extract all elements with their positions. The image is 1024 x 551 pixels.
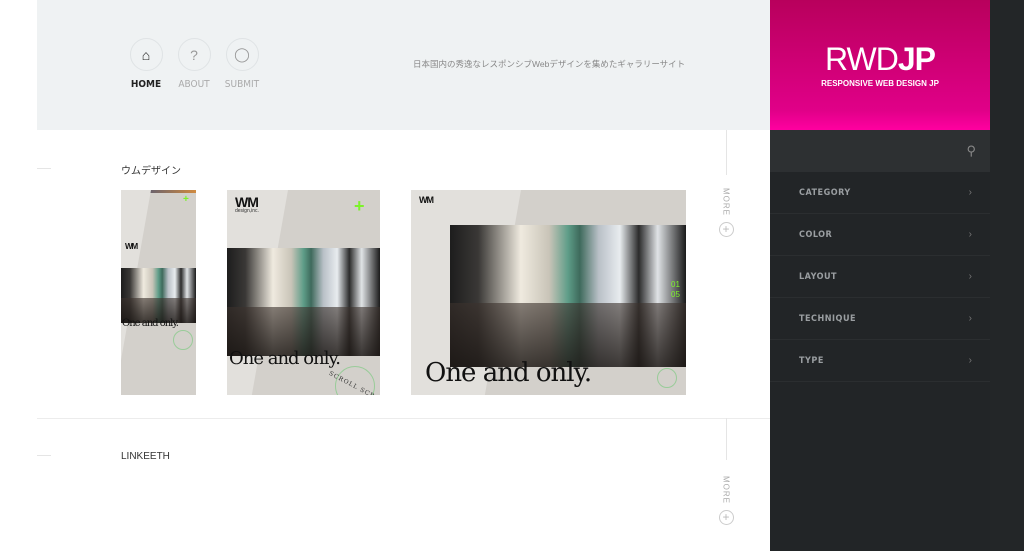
item-label: LAYOUT	[799, 271, 838, 282]
nav-submit[interactable]: ◯ SUBMIT	[217, 38, 267, 90]
more-button[interactable]: MORE +	[717, 476, 735, 525]
sidebar-item-technique[interactable]: TECHNIQUE ›	[770, 298, 990, 340]
plus-icon: +	[718, 510, 734, 525]
item-label: TECHNIQUE	[799, 313, 857, 324]
section-divider	[37, 418, 770, 419]
speech-bubble-icon: ◯	[225, 38, 259, 71]
brand-logo[interactable]: RWDJP RESPONSIVE WEB DESIGN JP	[770, 0, 990, 130]
more-label: MORE	[721, 188, 731, 216]
nav-label: HOME	[130, 79, 162, 90]
plus-icon: +	[183, 194, 189, 205]
sidebar-item-color[interactable]: COLOR ›	[770, 214, 990, 256]
chevron-right-icon: ›	[968, 229, 972, 240]
divider	[726, 130, 727, 175]
section-title[interactable]: LINKEETH	[121, 451, 170, 462]
logo: WM	[125, 242, 138, 251]
chevron-right-icon: ›	[968, 187, 972, 198]
more-label: MORE	[721, 476, 731, 504]
divider	[37, 455, 51, 456]
item-label: COLOR	[799, 229, 833, 240]
slide-counter: 01 05	[671, 280, 680, 299]
headline: One and only.	[229, 348, 341, 369]
thumbnail-mobile[interactable]: + WM One and only.	[121, 190, 196, 395]
header: ⌂ HOME ? ABOUT ◯ SUBMIT 日本国内の秀逸なレスポンシブWe…	[37, 0, 770, 130]
search-bar[interactable]: ⚲	[770, 130, 990, 172]
logo-text-bold: JP	[897, 40, 936, 77]
headline: One and only.	[425, 358, 592, 388]
question-icon: ?	[177, 38, 211, 71]
plus-icon: +	[718, 222, 734, 237]
item-label: CATEGORY	[799, 187, 851, 198]
home-icon: ⌂	[129, 38, 163, 71]
main-content: ⌂ HOME ? ABOUT ◯ SUBMIT 日本国内の秀逸なレスポンシブWe…	[37, 0, 770, 551]
nav-label: ABOUT	[178, 79, 210, 90]
sidebar-item-layout[interactable]: LAYOUT ›	[770, 256, 990, 298]
divider	[726, 418, 727, 460]
chevron-right-icon: ›	[968, 313, 972, 324]
item-label: TYPE	[799, 355, 824, 366]
nav-about[interactable]: ? ABOUT	[169, 38, 219, 90]
search-icon[interactable]: ⚲	[966, 143, 976, 159]
tagline: 日本国内の秀逸なレスポンシブWebデザインを集めたギャラリーサイト	[413, 59, 686, 69]
sidebar-item-type[interactable]: TYPE ›	[770, 340, 990, 382]
logo: WM	[419, 195, 434, 205]
nav-label: SUBMIT	[224, 79, 260, 90]
plus-icon: +	[354, 196, 365, 216]
chevron-right-icon: ›	[968, 271, 972, 282]
nav-home[interactable]: ⌂ HOME	[121, 38, 171, 90]
headline: One and only.	[122, 318, 179, 329]
chevron-right-icon: ›	[968, 355, 972, 366]
sidebar-item-category[interactable]: CATEGORY ›	[770, 172, 990, 214]
section-title[interactable]: ウムデザイン	[121, 162, 181, 177]
sidebar: RWDJP RESPONSIVE WEB DESIGN JP ⚲ CATEGOR…	[770, 0, 990, 551]
thumbnail-desktop[interactable]: WM 01 05 One and only.	[411, 190, 686, 395]
right-edge-panel	[990, 0, 1024, 551]
logo-subtitle: design,inc.	[235, 208, 259, 214]
more-button[interactable]: MORE +	[717, 188, 735, 237]
logo-text: RWD	[825, 40, 899, 77]
thumbnail-tablet[interactable]: WM design,inc. + One and only. SCROLL SC…	[227, 190, 380, 395]
brand-subtitle: RESPONSIVE WEB DESIGN JP	[821, 78, 939, 88]
divider	[37, 168, 51, 169]
